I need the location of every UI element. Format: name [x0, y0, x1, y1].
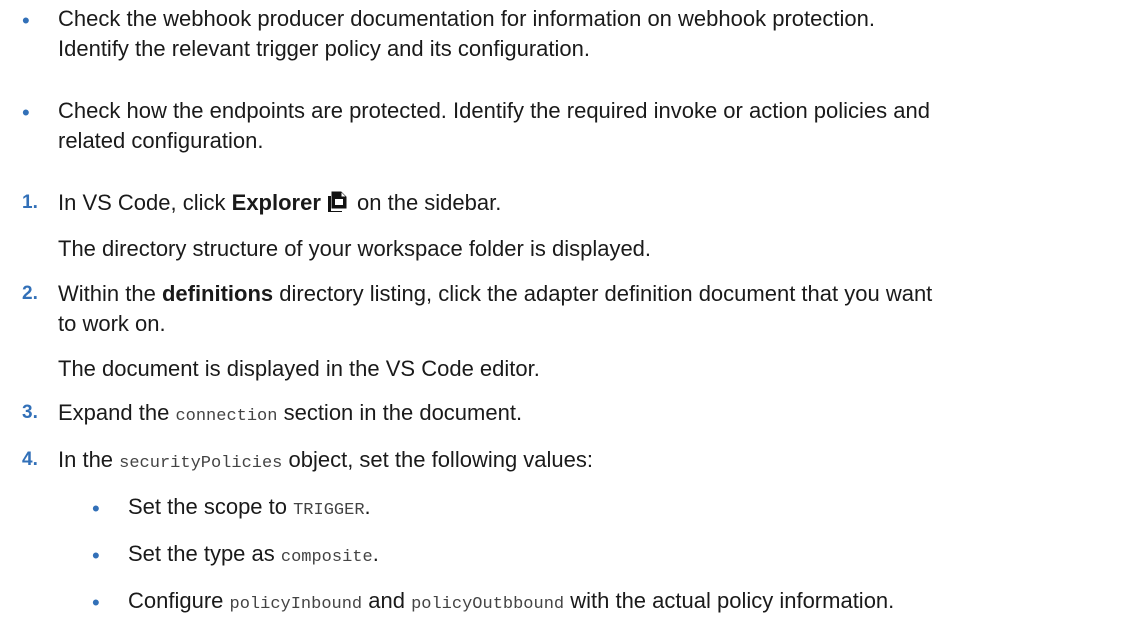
bullet-marker: • [22, 8, 30, 33]
step-number: 1. [22, 192, 38, 213]
bullet-marker: • [92, 496, 100, 521]
bullet-marker: • [22, 100, 30, 125]
policy-outbbound-code: policyOutbbound [411, 595, 565, 614]
step-number: 4. [22, 449, 38, 470]
composite-code: composite [280, 548, 373, 567]
security-policies-code: securityPolicies [119, 454, 283, 473]
explorer-label: Explorer [231, 190, 321, 215]
trigger-code: TRIGGER [293, 501, 365, 520]
step-number: 3. [22, 402, 38, 423]
bullet-2-line-1: Check how the endpoints are protected. I… [58, 98, 930, 123]
bullet-1-line-1: Check the webhook producer documentation… [58, 6, 875, 31]
step-1-text: In VS Code, click Explorer on the sideba… [58, 190, 502, 215]
bullet-2-line-2: related configuration. [58, 128, 264, 153]
step-2-result: The document is displayed in the VS Code… [58, 356, 540, 381]
bullet-marker: • [92, 590, 100, 615]
step-number: 2. [22, 283, 38, 304]
connection-code: connection [175, 407, 278, 426]
step-2-text: Within the definitions directory listing… [58, 281, 933, 336]
step-3-text: Expand the connection section in the doc… [58, 400, 523, 426]
explorer-files-icon [327, 191, 349, 213]
step-1-result: The directory structure of your workspac… [58, 236, 652, 261]
bullet-1-line-2: Identify the relevant trigger policy and… [58, 36, 590, 61]
step-4-text: In the securityPolicies object, set the … [58, 447, 594, 473]
bullet-marker: • [92, 543, 100, 568]
policy-inbound-code: policyInbound [229, 595, 363, 614]
definitions-label: definitions [161, 281, 274, 306]
